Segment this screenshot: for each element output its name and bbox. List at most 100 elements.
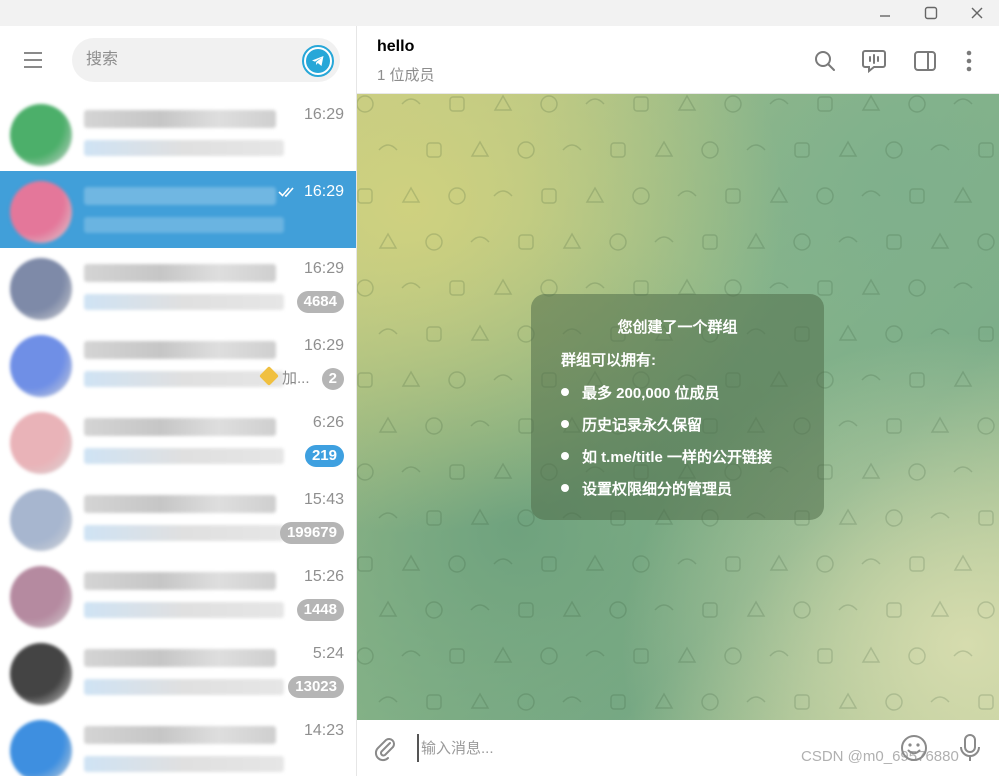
chat-name-redacted — [84, 187, 276, 205]
more-icon — [966, 50, 972, 72]
chat-list-item[interactable]: 16:29 — [0, 171, 356, 248]
card-title: 您创建了一个群组 — [617, 319, 738, 336]
avatar — [10, 412, 72, 474]
message-input[interactable] — [417, 734, 797, 762]
menu-icon[interactable] — [24, 52, 46, 70]
unread-badge: 219 — [304, 445, 344, 467]
chat-preview-redacted — [84, 140, 284, 156]
chat-list-item[interactable]: 15:43 199679 — [0, 479, 356, 556]
chat-list-item[interactable]: 15:26 1448 — [0, 556, 356, 633]
chat-background: 您创建了一个群组 群组可以拥有: 最多 200,000 位成员 历史记录永久保留… — [357, 94, 999, 720]
chat-name-redacted — [84, 418, 276, 436]
voice-record-button[interactable] — [955, 732, 985, 764]
chat-name-redacted — [84, 726, 276, 744]
chat-preview-redacted — [84, 371, 284, 387]
unread-badge: 4684 — [296, 291, 344, 313]
bullet-icon — [561, 452, 569, 460]
chat-time: 6:26 — [312, 414, 344, 431]
member-count[interactable]: 1 位成员 — [377, 64, 435, 85]
feature-item: 如 t.me/title 一样的公开链接 — [561, 446, 772, 478]
attach-button[interactable] — [371, 734, 399, 762]
card-feature-list: 最多 200,000 位成员 历史记录永久保留 如 t.me/title 一样的… — [561, 382, 772, 510]
chat-list-panel: 16:29 16:29 16:29 4684 16:29 加... 2 6:26 219 15:4… — [0, 26, 356, 776]
search-box — [72, 38, 340, 82]
unread-badge: 2 — [321, 368, 344, 390]
bullet-icon — [561, 484, 569, 492]
chat-time: 15:43 — [303, 491, 344, 508]
chat-time: 15:26 — [303, 568, 344, 585]
preview-text: 加... — [282, 370, 310, 387]
close-button[interactable] — [954, 0, 999, 26]
chat-preview-redacted — [84, 448, 284, 464]
bullet-icon — [561, 420, 569, 428]
feature-item: 最多 200,000 位成员 — [561, 382, 772, 414]
chat-time: 5:24 — [312, 645, 344, 662]
voice-chat-button[interactable] — [859, 46, 889, 76]
chat-name-redacted — [84, 495, 276, 513]
group-created-card: 您创建了一个群组 群组可以拥有: 最多 200,000 位成员 历史记录永久保留… — [531, 294, 824, 520]
avatar — [10, 720, 72, 776]
smile-icon — [901, 735, 927, 761]
sidebar-header — [0, 26, 356, 94]
sidebar-toggle-icon — [914, 51, 936, 71]
avatar — [10, 104, 72, 166]
chat-preview-redacted — [84, 525, 284, 541]
feature-item: 历史记录永久保留 — [561, 414, 772, 446]
message-composer: CSDN @m0_69576880 — [357, 720, 999, 776]
search-icon — [815, 51, 835, 71]
unread-badge: 199679 — [279, 522, 344, 544]
chat-name-redacted — [84, 572, 276, 590]
chat-preview-redacted — [84, 217, 284, 233]
chat-preview-redacted — [84, 602, 284, 618]
paperclip-icon — [374, 738, 395, 762]
chat-preview-redacted — [84, 294, 284, 310]
minimize-button[interactable] — [862, 0, 908, 26]
title-bar — [0, 0, 999, 26]
microphone-icon — [960, 734, 980, 761]
chat-list-item[interactable]: 6:26 219 — [0, 402, 356, 479]
chat-list-item[interactable]: 16:29 4684 — [0, 248, 356, 325]
chat-preview-redacted — [84, 679, 284, 695]
chat-list: 16:29 16:29 16:29 4684 16:29 加... 2 6:26 219 15:4… — [0, 94, 356, 776]
chat-title[interactable]: hello — [377, 38, 414, 56]
maximize-button[interactable] — [908, 0, 954, 26]
chat-list-item[interactable]: 5:24 13023 — [0, 633, 356, 710]
chat-name-redacted — [84, 649, 276, 667]
chat-list-item[interactable]: 16:29 加... 2 — [0, 325, 356, 402]
card-subtitle: 群组可以拥有: — [561, 352, 656, 369]
avatar — [10, 489, 72, 551]
bullet-icon — [561, 388, 569, 396]
watermark: CSDN @m0_69576880 — [801, 748, 959, 765]
feature-item: 设置权限细分的管理员 — [561, 478, 772, 510]
voice-chat-icon — [862, 50, 886, 74]
sidebar-toggle-button[interactable] — [910, 46, 940, 76]
chat-name-redacted — [84, 264, 276, 282]
chat-header: hello 1 位成员 — [357, 26, 999, 94]
chat-time: 16:29 — [303, 183, 344, 200]
unread-badge: 13023 — [288, 676, 344, 698]
maximize-icon — [924, 6, 938, 20]
chat-name-redacted — [84, 110, 276, 128]
minimize-icon — [880, 15, 890, 17]
chat-name-redacted — [84, 341, 276, 359]
read-checkmark-icon — [278, 185, 298, 201]
avatar — [10, 258, 72, 320]
more-button[interactable] — [954, 46, 984, 76]
feature-text: 最多 200,000 位成员 — [582, 385, 720, 402]
telegram-icon — [306, 49, 330, 73]
avatar — [10, 181, 72, 243]
close-icon — [971, 7, 983, 19]
chat-preview-redacted — [84, 756, 284, 772]
chat-time: 14:23 — [303, 722, 344, 739]
chat-list-item[interactable]: 16:29 — [0, 94, 356, 171]
feature-text: 设置权限细分的管理员 — [582, 481, 733, 498]
avatar — [10, 643, 72, 705]
chat-time: 16:29 — [303, 337, 344, 354]
unread-badge: 1448 — [296, 599, 344, 621]
emoji-button[interactable] — [899, 733, 929, 763]
chat-list-item[interactable]: 14:23 — [0, 710, 356, 776]
search-button[interactable] — [810, 46, 840, 76]
chat-time: 16:29 — [303, 106, 344, 123]
search-input[interactable] — [86, 38, 286, 82]
telegram-button[interactable] — [302, 45, 334, 77]
